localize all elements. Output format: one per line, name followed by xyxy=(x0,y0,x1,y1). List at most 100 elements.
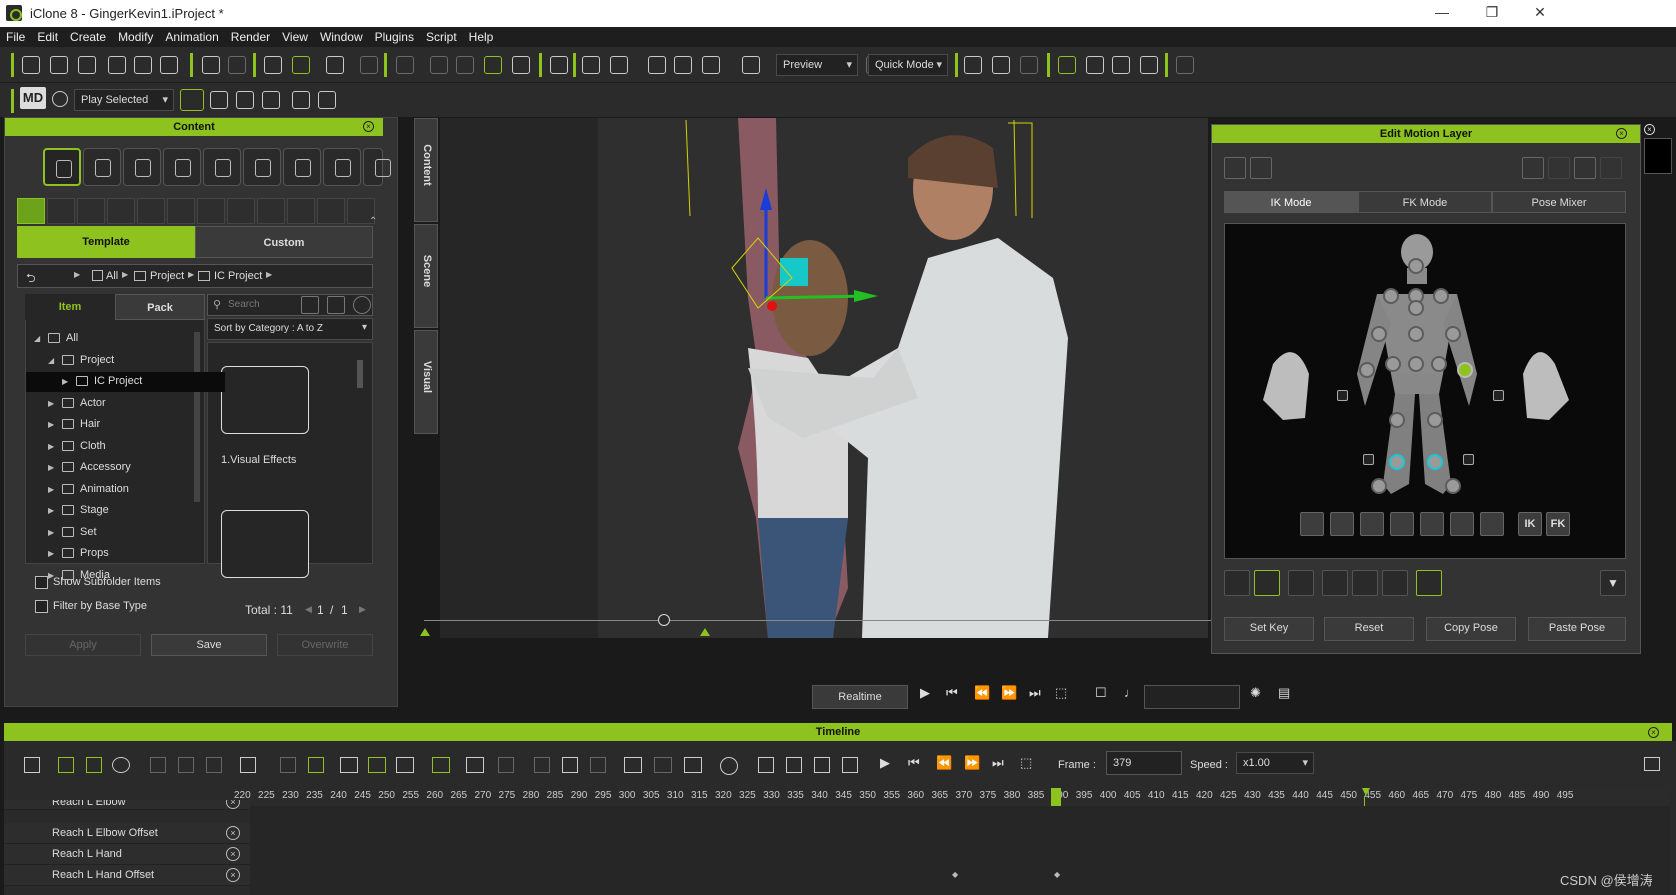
next-page-icon[interactable]: ▶ xyxy=(359,604,366,615)
close-icon[interactable]: × xyxy=(1648,727,1659,738)
skip-end-icon[interactable]: ⏭ xyxy=(1029,685,1041,701)
menu-animation[interactable]: Animation xyxy=(159,27,224,44)
settings-icon[interactable]: ✺ xyxy=(1250,685,1261,701)
insert-icon[interactable] xyxy=(624,757,642,773)
lock-icon[interactable] xyxy=(1363,454,1374,465)
apply-button[interactable]: Apply xyxy=(25,634,141,656)
back-icon[interactable]: ⮌ xyxy=(26,269,36,290)
drop-to-floor-icon[interactable] xyxy=(512,56,530,74)
mirror-pose-icon[interactable] xyxy=(1352,570,1378,596)
cloth-category-icon[interactable] xyxy=(163,148,201,186)
brush-icon[interactable] xyxy=(1522,157,1544,179)
align-left-icon[interactable] xyxy=(1322,570,1348,596)
range-start-marker[interactable] xyxy=(420,628,430,636)
motion-director-icon[interactable]: MD xyxy=(20,87,46,109)
pose-preset-icon[interactable] xyxy=(1420,512,1444,536)
scale-icon[interactable] xyxy=(360,56,378,74)
curve-editor-icon[interactable] xyxy=(1140,56,1158,74)
path-icon[interactable] xyxy=(210,91,228,109)
tree-item[interactable]: ◢ All xyxy=(26,329,225,349)
remove-track-icon[interactable]: × xyxy=(226,826,240,840)
joint-l-shoulder[interactable] xyxy=(1433,288,1449,304)
play-selected-dropdown[interactable]: Play Selected xyxy=(74,89,174,111)
tab-custom[interactable]: Custom xyxy=(195,226,373,258)
menu-window[interactable]: Window xyxy=(314,27,369,44)
props-category-icon[interactable] xyxy=(363,148,391,186)
unlink-icon[interactable] xyxy=(456,56,474,74)
folder-thumbnail[interactable] xyxy=(221,510,309,578)
collapse-arrow-icon[interactable]: ▶ xyxy=(48,463,54,472)
minimize-button[interactable]: — xyxy=(1432,4,1452,22)
menu-modify[interactable]: Modify xyxy=(112,27,159,44)
range-end-marker[interactable] xyxy=(1362,788,1370,796)
collapse-arrow-icon[interactable]: ▶ xyxy=(48,549,54,558)
actor-category-icon[interactable] xyxy=(83,148,121,186)
collect-clip-icon[interactable] xyxy=(86,757,102,773)
realtime-dropdown[interactable]: Realtime xyxy=(812,685,908,709)
paste-pose-button[interactable]: Paste Pose xyxy=(1528,617,1626,641)
subcategory-slot[interactable] xyxy=(77,198,105,224)
filter-icon[interactable] xyxy=(301,296,319,314)
save-project-icon[interactable] xyxy=(78,56,96,74)
align-key-icon[interactable] xyxy=(758,757,774,773)
fast-forward-icon[interactable]: ⏩ xyxy=(964,755,980,771)
merge-project-icon[interactable] xyxy=(108,56,126,74)
subtab-pack[interactable]: Pack xyxy=(115,294,205,320)
save-button[interactable]: Save xyxy=(151,634,267,656)
track-area[interactable] xyxy=(250,806,1670,895)
add-key-icon[interactable] xyxy=(58,757,74,773)
fit-range-icon[interactable] xyxy=(814,757,830,773)
frame-input[interactable] xyxy=(1144,685,1240,709)
side-tab-content[interactable]: Content xyxy=(414,118,438,222)
close-window-button[interactable]: ✕ xyxy=(1530,4,1550,22)
tree-item[interactable]: ▶ Stage xyxy=(26,501,225,521)
reach-target-icon[interactable] xyxy=(1020,56,1038,74)
zoom-extent-icon[interactable] xyxy=(674,56,692,74)
mirror-icon[interactable] xyxy=(1250,157,1272,179)
body-select-green-icon[interactable] xyxy=(1254,570,1280,596)
camera-icon[interactable] xyxy=(702,56,720,74)
quick-mode-dropdown[interactable]: Quick Mode xyxy=(868,54,948,76)
select-icon[interactable] xyxy=(264,56,282,74)
usd-export-icon[interactable] xyxy=(160,56,178,74)
side-tab-visual[interactable]: Visual xyxy=(414,330,438,434)
loop-icon[interactable]: ⬚ xyxy=(1055,685,1067,701)
export-icon[interactable] xyxy=(134,56,152,74)
subtitle-icon[interactable]: ☐ xyxy=(1095,685,1107,701)
loop-icon[interactable]: ⬚ xyxy=(1020,755,1032,771)
subcategory-slot[interactable] xyxy=(197,198,225,224)
tab-pose-mixer[interactable]: Pose Mixer xyxy=(1492,191,1626,213)
move-icon[interactable] xyxy=(292,56,310,74)
key-tool-icon[interactable] xyxy=(150,757,166,773)
transition-icon[interactable] xyxy=(240,757,256,773)
collapse-arrow-icon[interactable]: ▶ xyxy=(48,571,54,580)
project-category-icon[interactable] xyxy=(43,148,81,186)
disabled-tool-icon[interactable] xyxy=(590,757,606,773)
collapse-arrow-icon[interactable]: ▶ xyxy=(48,399,54,408)
chevron-down-icon[interactable]: ▼ xyxy=(1600,570,1626,596)
refresh-icon[interactable] xyxy=(327,296,345,314)
menu-view[interactable]: View xyxy=(276,27,314,44)
restore-button[interactable]: ❐ xyxy=(1482,4,1502,22)
script-icon[interactable] xyxy=(318,91,336,109)
zoom-icon[interactable] xyxy=(720,757,738,775)
subcategory-slot[interactable] xyxy=(47,198,75,224)
lock-icon[interactable] xyxy=(1337,390,1348,401)
edit-motion-layer-icon[interactable] xyxy=(1058,56,1076,74)
body-picker[interactable] xyxy=(1224,223,1626,559)
ik-button[interactable]: IK xyxy=(1518,512,1542,536)
menu-edit[interactable]: Edit xyxy=(31,27,64,44)
tree-item[interactable]: ▶ IC Project xyxy=(26,372,225,392)
rotate-icon[interactable] xyxy=(326,56,344,74)
joint-r-elbow[interactable] xyxy=(1371,326,1387,342)
fast-forward-icon[interactable]: ⏩ xyxy=(1001,685,1017,701)
tree-item[interactable]: ▶ Props xyxy=(26,544,225,564)
checker-icon[interactable] xyxy=(1288,570,1314,596)
joint-r-toe[interactable] xyxy=(1371,478,1387,494)
fit-icon[interactable] xyxy=(396,757,414,773)
subcategory-slot[interactable] xyxy=(137,198,165,224)
frame-input[interactable]: 379 xyxy=(1106,751,1182,775)
track-row[interactable]: Reach L Elbow × xyxy=(4,800,250,810)
joint-l-hand[interactable] xyxy=(1457,362,1473,378)
break-clip-icon[interactable] xyxy=(280,757,296,773)
